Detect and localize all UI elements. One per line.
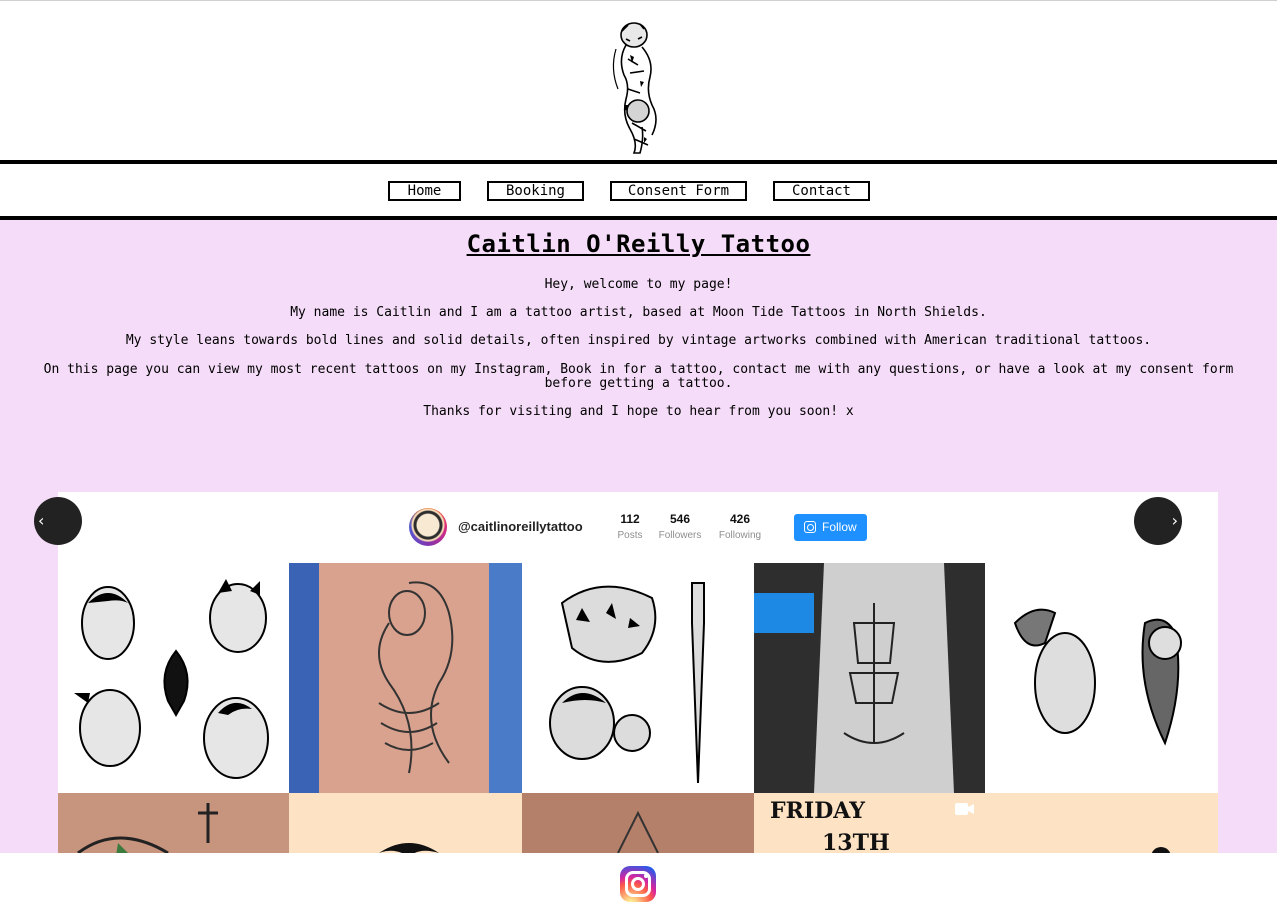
flash-tiger-image	[549, 582, 705, 784]
peach-flash-image-2	[1151, 847, 1171, 853]
peach-flash-image	[379, 843, 439, 853]
post-flash-sheet-tiger[interactable]	[522, 563, 754, 793]
video-icon	[955, 803, 974, 815]
post-flash-sheet-devil[interactable]	[985, 563, 1218, 793]
stat-following-label: Following	[718, 530, 762, 541]
thirteenth-text: 13TH	[822, 830, 890, 853]
post-flash-peach[interactable]	[289, 793, 522, 853]
instagram-glyph-icon	[804, 521, 816, 533]
intro-about: My name is Caitlin and I am a tattoo art…	[290, 305, 987, 320]
stat-followers: 546 Followers	[650, 512, 710, 541]
nav-booking-button[interactable]: Booking	[487, 181, 584, 201]
main-nav: Home Booking Consent Form Contact	[0, 164, 1277, 216]
site-header	[0, 1, 1277, 161]
stat-following-value: 426	[729, 512, 751, 526]
flash-devil-image	[1013, 608, 1182, 746]
nav-home-button[interactable]: Home	[388, 181, 461, 201]
chevron-right-icon: ›	[1171, 511, 1178, 530]
intro-page-info: On this page you can view my most recent…	[43, 362, 1234, 391]
instagram-icon[interactable]	[620, 866, 656, 902]
post-back-tattoo[interactable]	[522, 793, 754, 853]
instagram-feed: @caitlinoreillytattoo 112 Posts 546 Foll…	[58, 492, 1218, 853]
intro-style: My style leans towards bold lines and so…	[125, 333, 1152, 348]
post-ship-tattoo[interactable]	[754, 563, 985, 793]
nav-consent-form-button[interactable]: Consent Form	[610, 181, 747, 201]
tiger-lady-logo[interactable]	[604, 19, 668, 159]
mermaid-tattoo-image	[289, 563, 522, 793]
profile-avatar[interactable]	[409, 508, 447, 546]
carousel-next-button[interactable]: ›	[1134, 497, 1182, 545]
back-tattoo-image	[617, 810, 659, 853]
intro-greeting: Hey, welcome to my page!	[544, 277, 733, 292]
chevron-left-icon: ‹	[38, 511, 45, 530]
stat-followers-value: 546	[669, 512, 691, 526]
flash-sheet-image	[74, 579, 269, 779]
instagram-handle[interactable]: @caitlinoreillytattoo	[458, 519, 583, 534]
instagram-icon-lens	[631, 877, 645, 891]
post-flash-sheet-ladies[interactable]	[58, 563, 289, 793]
carousel-prev-button[interactable]: ‹	[34, 497, 82, 545]
friday-text: FRIDAY	[770, 798, 865, 824]
post-friday-13th[interactable]: FRIDAY 13TH	[754, 793, 985, 853]
post-mermaid-tattoo[interactable]	[289, 563, 522, 793]
follow-button[interactable]: Follow	[794, 514, 867, 541]
instagram-profile-header: @caitlinoreillytattoo 112 Posts 546 Foll…	[58, 492, 1218, 563]
intro-thanks: Thanks for visiting and I hope to hear f…	[423, 404, 854, 419]
post-flash-peach-2[interactable]	[985, 793, 1218, 853]
stat-following: 426 Following	[710, 512, 770, 541]
main-content: Caitlin O'Reilly Tattoo Hey, welcome to …	[0, 220, 1277, 853]
stat-followers-label: Followers	[658, 530, 702, 541]
page-title: Caitlin O'Reilly Tattoo	[466, 230, 811, 258]
follow-button-label: Follow	[822, 520, 857, 534]
ship-tattoo-image	[754, 563, 985, 793]
arm-tattoo-image	[77, 803, 218, 853]
nav-contact-button[interactable]: Contact	[773, 181, 870, 201]
instagram-icon-dot	[644, 874, 648, 878]
post-arm-tattoo[interactable]	[58, 793, 289, 853]
site-footer	[0, 853, 1277, 914]
